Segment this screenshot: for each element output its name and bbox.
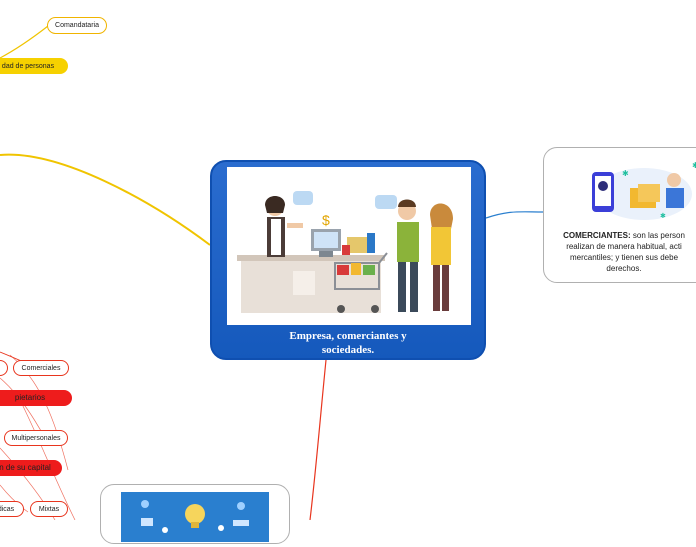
topic-mixtas-label: Mixtas <box>38 505 60 513</box>
central-topic-title: Empresa, comerciantes y sociedades. <box>212 329 484 357</box>
topic-mixtas[interactable]: Mixtas <box>30 501 68 517</box>
topic-propietarios[interactable]: pietarios <box>0 390 72 406</box>
svg-text:✱: ✱ <box>622 169 629 178</box>
connector-blue-right <box>485 211 544 219</box>
connector-red-down <box>309 359 327 520</box>
topic-juridicas-label: dicas <box>0 505 15 513</box>
mind-map-canvas: Comandataria dad de personas $ Empresa, … <box>0 0 696 544</box>
topic-multipersonales-label: Multipersonales <box>11 434 61 442</box>
topic-multipersonales[interactable]: Multipersonales <box>4 430 68 446</box>
topic-comerciales[interactable]: Comerciales <box>13 360 69 376</box>
comerciantes-text-3: mercantiles; y tienen sus debe <box>569 253 679 262</box>
central-topic[interactable]: $ Empresa, comerciantes y sociedades. <box>210 160 486 360</box>
topic-sociedad-de-personas[interactable]: dad de personas <box>0 58 68 74</box>
topic-comandataria-label: Comandataria <box>55 22 99 29</box>
topic-sociedad-de-personas-label: dad de personas <box>1 62 55 70</box>
central-topic-title-line2: sociedades. <box>321 344 375 356</box>
topic-bottom-card[interactable] <box>100 484 290 544</box>
comerciantes-label: COMERCIANTES: <box>563 231 631 240</box>
comerciantes-illustration: ✱ ✱ ✱ <box>592 161 696 220</box>
svg-text:✱: ✱ <box>692 161 696 170</box>
topic-comerciantes-card[interactable]: ✱ ✱ ✱ COMERCIANTES: son las person reali… <box>543 147 696 283</box>
topic-comandataria[interactable]: Comandataria <box>47 17 107 34</box>
connector-yellow-main <box>0 153 211 246</box>
bottom-card-image <box>121 492 269 542</box>
connector-yellow-top <box>0 25 49 59</box>
central-topic-title-line1: Empresa, comerciantes y <box>289 330 407 342</box>
topic-comerciales-label: Comerciales <box>21 364 61 372</box>
topic-propietarios-label: pietarios <box>14 393 46 402</box>
bottom-card-illustration <box>121 492 269 542</box>
comerciantes-description: COMERCIANTES: son las person realizan de… <box>556 230 692 274</box>
comerciantes-text-1: son las person <box>630 231 685 240</box>
comerciantes-text-2: realizan de manera habitual, acti <box>566 242 682 251</box>
shopping-checkout-illustration: $ <box>237 191 453 313</box>
topic-juridicas[interactable]: dicas <box>0 501 24 517</box>
topic-clasificacion-capital[interactable]: n de su capital <box>0 460 62 476</box>
topic-clasificacion-capital-label: n de su capital <box>0 463 51 472</box>
central-topic-image: $ <box>227 167 471 325</box>
comerciantes-text-4: derechos. <box>606 264 642 273</box>
svg-text:✱: ✱ <box>660 212 666 220</box>
connector-red-3 <box>0 377 46 439</box>
svg-text:$: $ <box>322 212 330 228</box>
